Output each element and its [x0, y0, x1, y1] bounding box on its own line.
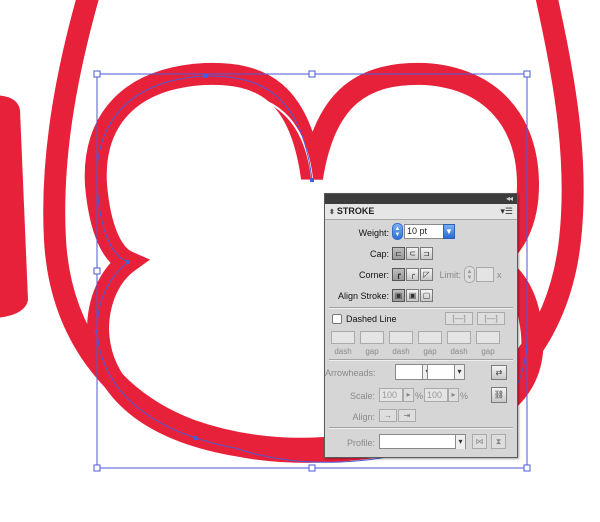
projecting-cap-button[interactable]: ⊐ [420, 247, 433, 260]
dashed-line-label: Dashed Line [346, 314, 397, 324]
align-center-icon: ▣ [394, 290, 403, 300]
limit-input[interactable] [476, 267, 494, 282]
left-stroke-shape[interactable] [0, 95, 28, 318]
chevron-down-icon: ▾ [455, 435, 465, 449]
align-outside-icon: ▢ [422, 290, 431, 300]
gap-input-1[interactable] [360, 331, 384, 344]
weight-stepper[interactable]: ▲ ▼ [392, 223, 403, 240]
profile-label: Profile: [346, 438, 375, 448]
miter-join-button[interactable]: ┏ [392, 268, 405, 281]
dash-label-1: dash [334, 347, 352, 356]
flip-horizontal-icon: ⋈ [475, 436, 484, 446]
dash-preserve-icon: [‒‒] [452, 313, 466, 323]
gap-input-2[interactable] [418, 331, 442, 344]
arrow-place-icon: ⇥ [403, 410, 411, 420]
stroke-panel[interactable]: ◂◂ ⬍ STROKE ▾☰ Weight: ▲ ▼ 10 pt ▼ Cap: ⊏ … [324, 193, 518, 458]
weight-input[interactable]: 10 pt [404, 224, 444, 239]
chevron-down-icon: ▾ [454, 365, 464, 379]
align-label: Align: [352, 412, 375, 422]
swap-arrows-icon: ⇄ [495, 367, 503, 377]
chevron-down-icon: ▼ [445, 226, 453, 236]
triangle-right-icon: ▸ [406, 390, 411, 399]
butt-cap-button[interactable]: ⊏ [392, 247, 405, 260]
miter-join-icon: ┏ [396, 269, 401, 279]
end-scale-dropdown[interactable]: ▸ [448, 388, 459, 402]
panel-menu-icon[interactable]: ▾☰ [500, 206, 513, 217]
align-inside-icon: ▣ [408, 290, 417, 300]
align-dashes-button[interactable]: [‒‒] [477, 312, 505, 325]
tab-stroke-label: STROKE [336, 206, 375, 216]
end-arrowhead-select[interactable]: ▾ [427, 364, 465, 380]
stepper-arrows-icon: ▲ ▼ [394, 225, 401, 238]
divider [329, 307, 513, 309]
stepper-arrows-icon: ▲ ▼ [466, 268, 473, 281]
start-scale-dropdown[interactable]: ▸ [403, 388, 414, 402]
corner-label: Corner: [358, 270, 389, 280]
weight-label: Weight: [358, 228, 389, 238]
round-cap-icon: ⊂ [409, 248, 416, 258]
align-stroke-label: Align Stroke: [337, 291, 389, 301]
gap-label-3: gap [481, 347, 495, 356]
start-scale-input[interactable]: 100 [379, 388, 403, 402]
end-scale-unit: % [460, 391, 469, 401]
round-join-button[interactable]: ╭ [406, 268, 419, 281]
flip-across-button[interactable]: ⧗ [491, 434, 506, 449]
double-chevron-left-icon[interactable]: ◂◂ [506, 194, 513, 204]
dash-align-icon: [‒‒] [484, 313, 498, 323]
arrow-extend-icon: → [384, 410, 392, 420]
bevel-join-button[interactable]: ◸ [420, 268, 433, 281]
arrow-place-button[interactable]: ⇥ [398, 409, 416, 422]
align-center-button[interactable]: ▣ [392, 289, 405, 302]
arrowheads-label: Arrowheads: [325, 368, 376, 378]
dash-label-3: dash [450, 347, 468, 356]
updown-arrows-icon: ⬍ [329, 209, 335, 216]
divider [329, 359, 513, 361]
preserve-dashes-button[interactable]: [‒‒] [445, 312, 473, 325]
dash-input-2[interactable] [389, 331, 413, 344]
align-outside-button[interactable]: ▢ [420, 289, 433, 302]
gap-input-3[interactable] [476, 331, 500, 344]
arrow-extend-button[interactable]: → [379, 409, 397, 422]
profile-select[interactable]: ▾ [379, 434, 466, 449]
bevel-join-icon: ◸ [423, 269, 430, 279]
limit-suffix: x [497, 270, 502, 280]
align-inside-button[interactable]: ▣ [406, 289, 419, 302]
gap-label-2: gap [423, 347, 437, 356]
panel-title-bar[interactable]: ◂◂ [325, 194, 517, 204]
flip-along-button[interactable]: ⋈ [472, 434, 487, 449]
link-icon: ⛓ [493, 390, 505, 399]
weight-dropdown[interactable]: ▼ [443, 224, 455, 239]
butt-cap-icon: ⊏ [395, 248, 402, 258]
limit-stepper[interactable]: ▲ ▼ [464, 266, 475, 283]
panel-tab-row: ⬍ STROKE ▾☰ [325, 204, 517, 220]
scale-label: Scale: [349, 391, 375, 401]
dash-input-3[interactable] [447, 331, 471, 344]
dash-input-1[interactable] [331, 331, 355, 344]
flip-vertical-icon: ⧗ [495, 436, 502, 446]
tab-stroke[interactable]: ⬍ STROKE [329, 206, 374, 216]
limit-label: Limit: [439, 270, 461, 280]
link-scale-button[interactable]: ⛓ [491, 387, 507, 403]
triangle-right-icon: ▸ [451, 390, 456, 399]
round-cap-button[interactable]: ⊂ [406, 247, 419, 260]
cap-label: Cap: [369, 249, 389, 259]
start-scale-unit: % [415, 391, 424, 401]
dash-label-2: dash [392, 347, 410, 356]
swap-arrowheads-button[interactable]: ⇄ [491, 365, 507, 380]
round-join-icon: ╭ [410, 269, 415, 279]
dashed-line-checkbox[interactable] [332, 314, 342, 324]
gap-label-1: gap [365, 347, 379, 356]
projecting-cap-icon: ⊐ [423, 248, 430, 258]
divider [329, 427, 513, 429]
end-scale-input[interactable]: 100 [424, 388, 448, 402]
